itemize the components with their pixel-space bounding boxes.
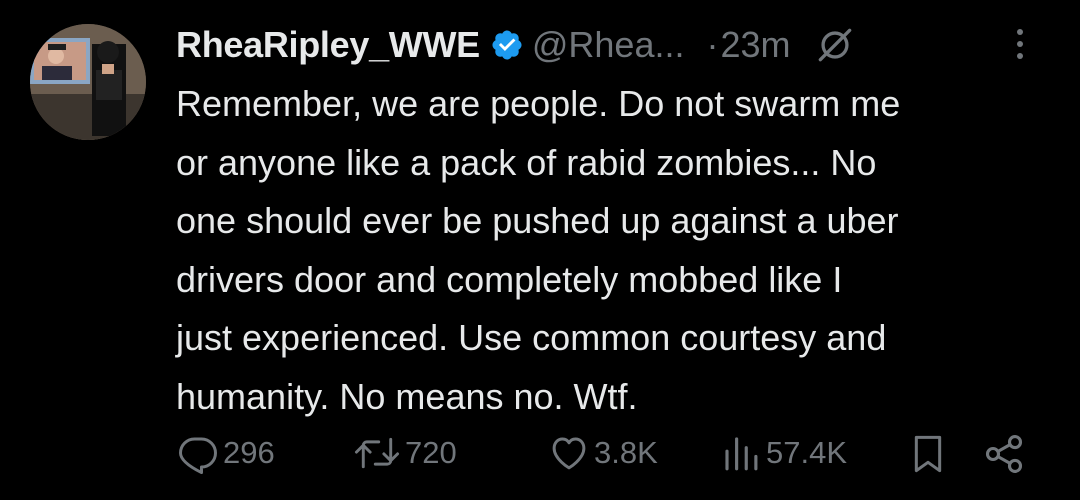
reply-button[interactable]: 296: [177, 432, 275, 474]
share-button[interactable]: [982, 432, 1026, 476]
retweet-icon: [354, 437, 400, 469]
views-button[interactable]: 57.4K: [720, 432, 847, 474]
tweet-header: RheaRipley_WWE @Rhea... · 23m: [176, 18, 1056, 72]
views-count: 57.4K: [766, 435, 848, 470]
retweet-button[interactable]: 720: [353, 432, 457, 474]
reply-icon: [179, 437, 217, 474]
tweet-text-line: drivers door and completely mobbed like …: [176, 258, 843, 300]
verified-badge-icon: [492, 30, 522, 60]
views-icon: [725, 437, 758, 471]
action-bar: 296 720 3.8K 57.4K: [0, 424, 1080, 484]
tweet-text-line: humanity. No means no. Wtf.: [176, 375, 638, 417]
grok-icon[interactable]: [813, 23, 857, 67]
timestamp[interactable]: 23m: [720, 24, 790, 66]
reply-count: 296: [223, 435, 275, 470]
author-handle[interactable]: @Rhea...: [532, 24, 685, 66]
like-icon: [552, 437, 586, 470]
share-icon: [985, 435, 1023, 473]
bookmark-button[interactable]: [908, 432, 948, 476]
retweet-count: 720: [405, 435, 457, 470]
tweet-text-line: or anyone like a pack of rabid zombies..…: [176, 141, 877, 183]
more-options-icon[interactable]: [1010, 24, 1030, 64]
separator-dot: ·: [706, 24, 719, 65]
tweet-text-line: one should ever be pushed up against a u…: [176, 200, 899, 241]
avatar[interactable]: [30, 24, 146, 140]
bookmark-icon: [914, 435, 942, 473]
like-count: 3.8K: [594, 435, 658, 470]
tweet-text-line: Remember, we are people. Do not swarm me: [176, 83, 901, 124]
like-button[interactable]: 3.8K: [548, 432, 658, 474]
tweet-text: Remember, we are people. Do not swarm me…: [176, 75, 1056, 426]
author-name[interactable]: RheaRipley_WWE: [176, 24, 480, 66]
tweet-text-line: just experienced. Use common courtesy an…: [176, 317, 887, 358]
